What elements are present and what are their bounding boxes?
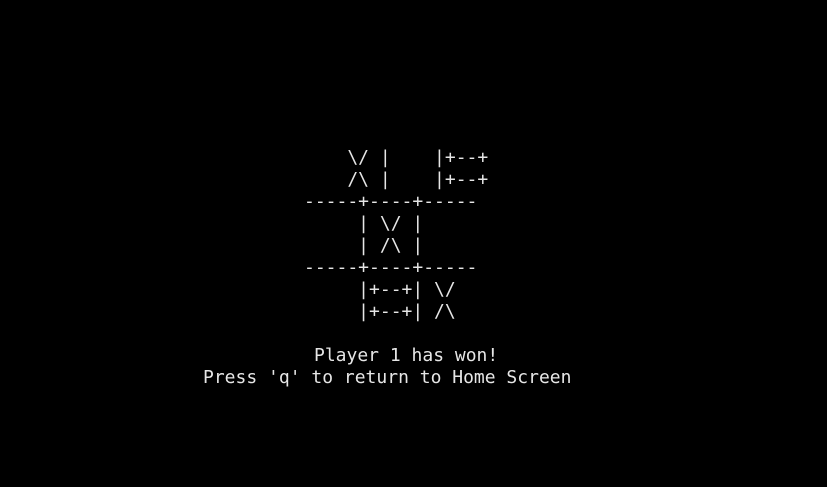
return-instruction: Press 'q' to return to Home Screen — [203, 367, 572, 388]
board-row-2-bottom: | /\ | — [304, 235, 424, 256]
board-row-1-bottom: /\ | |+--+ — [304, 169, 489, 190]
board-row-3-top: |+--+| \/ — [304, 279, 456, 300]
win-message: Player 1 has won! — [314, 345, 499, 366]
board-divider-1: -----+----+----- — [304, 191, 478, 212]
board-row-3-bottom: |+--+| /\ — [304, 301, 456, 322]
board-row-2-top: | \/ | — [304, 213, 424, 234]
board-divider-2: -----+----+----- — [304, 257, 478, 278]
board-row-1-top: \/ | |+--+ — [304, 147, 489, 168]
terminal-screen: \/ | |+--+ /\ | |+--+ -----+----+----- |… — [0, 0, 827, 487]
